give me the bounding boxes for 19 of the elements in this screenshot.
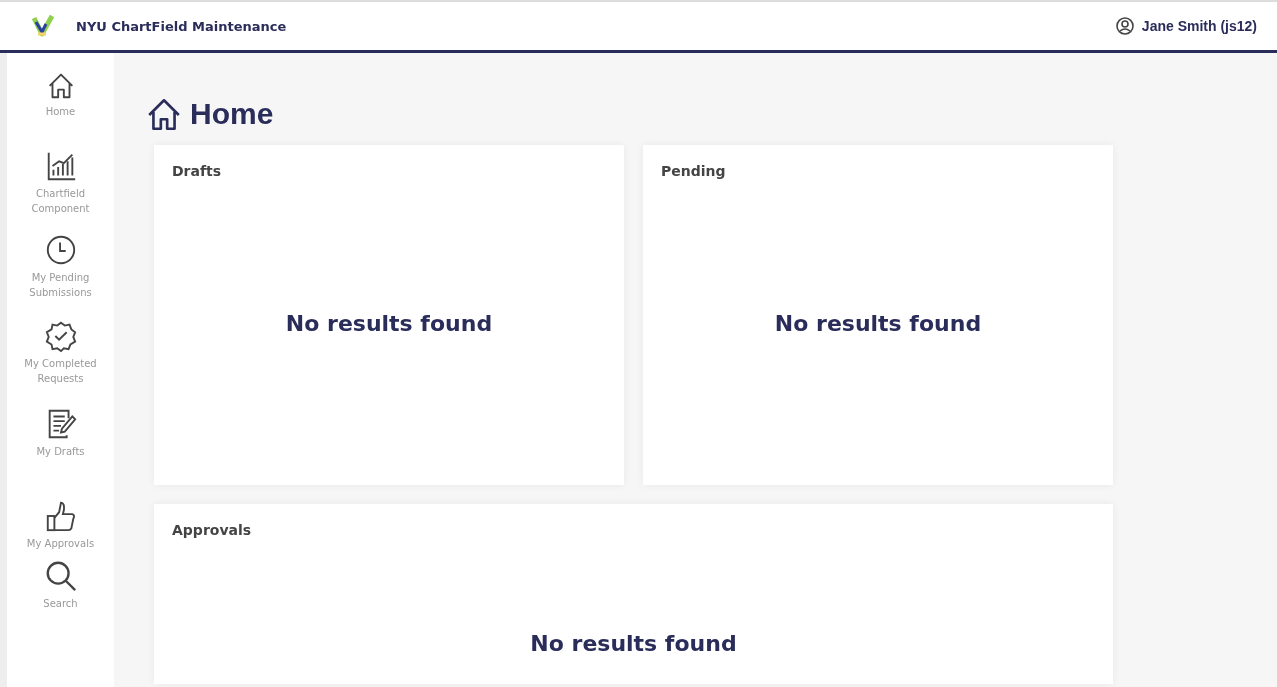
nav-item[interactable]: My Pending Submissions [7,229,114,315]
app-title: NYU ChartField Maintenance [76,18,287,34]
empty-message: No results found [530,631,737,656]
nav-item[interactable]: My Drafts [7,403,114,495]
user-icon [1115,17,1134,35]
nav-item[interactable]: Chartfield Component [7,145,114,229]
nav-item[interactable]: My Completed Requests [7,315,114,403]
nav-item[interactable]: My Approvals [7,495,114,555]
nav-item[interactable]: Search [7,555,114,615]
card-title: Pending [661,163,727,179]
user-menu[interactable]: Jane Smith (js12) [1115,17,1257,35]
card-title: Drafts [172,163,223,179]
empty-message: No results found [774,310,982,336]
card-title: Approvals [172,522,253,538]
badge-check-icon [43,319,78,353]
page-title: Home [190,97,274,131]
empty-message: No results found [285,310,493,336]
app-logo [32,14,54,38]
nav-item[interactable]: Home [7,63,114,145]
